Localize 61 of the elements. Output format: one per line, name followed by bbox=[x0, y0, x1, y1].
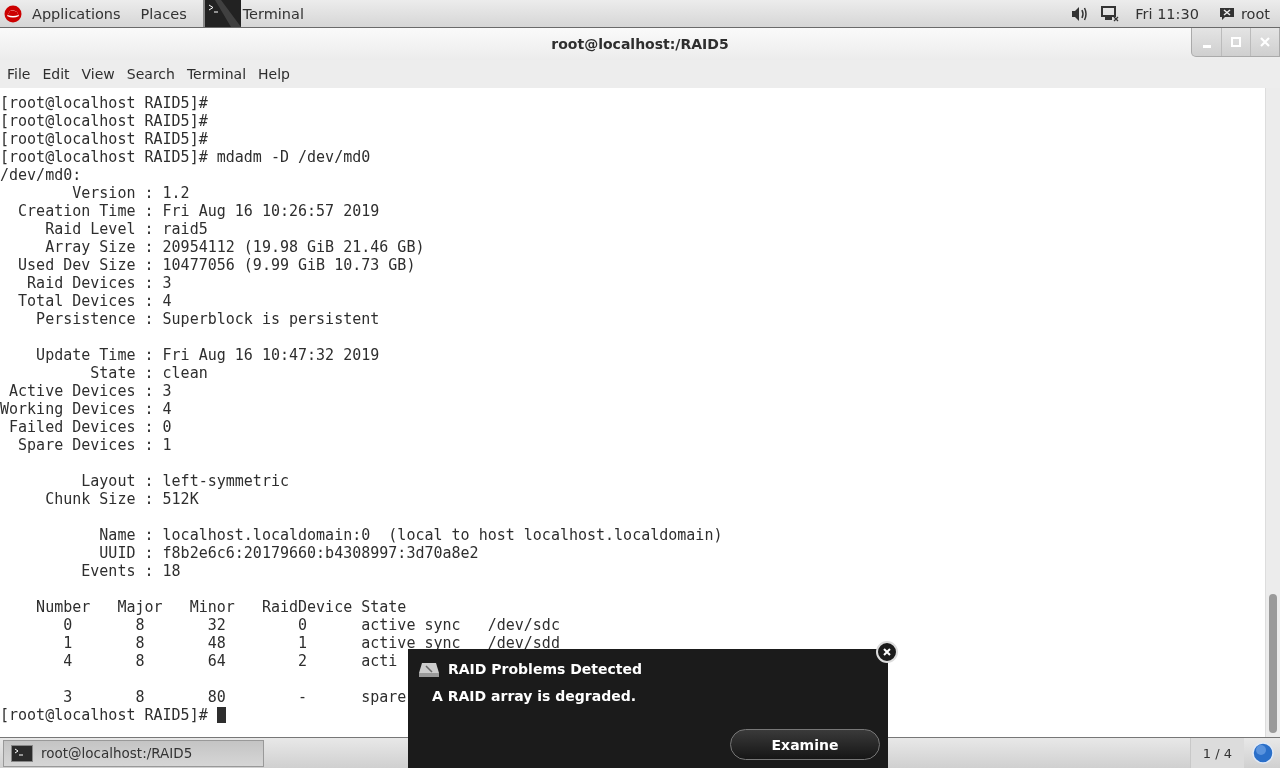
hat-icon bbox=[4, 4, 22, 23]
notification-title: RAID Problems Detected bbox=[448, 661, 643, 677]
terminal-icon bbox=[11, 744, 33, 762]
terminal-prompt: [root@localhost RAID5]# bbox=[0, 706, 209, 724]
scrollbar[interactable] bbox=[1265, 88, 1280, 737]
notification-message: A RAID array is degraded. bbox=[432, 688, 638, 704]
maximize-icon bbox=[1230, 36, 1242, 48]
applications-menu[interactable]: Applications bbox=[22, 5, 131, 22]
terminal-line: [root@localhost RAID5]# bbox=[0, 130, 208, 148]
chat-icon bbox=[1218, 6, 1235, 21]
terminal-line: [root@localhost RAID5]# bbox=[0, 94, 208, 112]
terminal-line: Name : localhost.localdomain:0 (local to host localhost.localdomain) bbox=[98, 526, 723, 544]
notification-icon[interactable] bbox=[1252, 742, 1274, 764]
close-icon bbox=[1259, 36, 1271, 48]
terminal-icon bbox=[204, 0, 241, 27]
terminal-line: Total Devices : 4 bbox=[17, 292, 172, 310]
menu-item[interactable]: Search bbox=[120, 66, 181, 82]
user-menu[interactable]: root bbox=[1208, 5, 1280, 22]
menu-item[interactable]: Help bbox=[252, 66, 296, 82]
examine-button[interactable]: Examine bbox=[730, 729, 880, 760]
terminal-line: Raid Devices : 3 bbox=[26, 274, 172, 292]
terminal-line: Array Size : 20954112 (19.98 GiB 21.46 GB) bbox=[44, 238, 425, 256]
terminal-line: State : clean bbox=[89, 364, 208, 382]
network-icon[interactable] bbox=[1101, 5, 1120, 22]
terminal-line: Number Major Minor RaidDevice State bbox=[35, 598, 407, 616]
terminal-line: 4 8 64 2 acti bbox=[62, 652, 398, 670]
window-title: root@localhost:/RAID5 bbox=[551, 36, 729, 52]
speaker-icon[interactable] bbox=[1071, 5, 1090, 22]
terminal-line: [root@localhost RAID5]# bbox=[0, 112, 208, 130]
terminal-line: [root@localhost RAID5]# mdadm -D /dev/md0 bbox=[0, 148, 371, 166]
terminal-line: 1 8 48 1 active sync /dev/sdd bbox=[62, 634, 560, 652]
terminal-line: Spare Devices : 1 bbox=[17, 436, 172, 454]
places-menu[interactable]: Places bbox=[130, 5, 197, 22]
terminal-line: Layout : left-symmetric bbox=[80, 472, 289, 490]
taskbar-item[interactable]: root@localhost:/RAID5 bbox=[3, 739, 264, 767]
terminal-line: 3 8 80 - spare bbox=[62, 688, 407, 706]
terminal-line: Working Devices : 4 bbox=[0, 400, 172, 418]
workspace-indicator[interactable]: 1 / 4 bbox=[1189, 738, 1244, 768]
minimize-icon bbox=[1202, 44, 1211, 48]
terminal-line: Events : 18 bbox=[80, 562, 181, 580]
clock[interactable]: Fri 11:30 bbox=[1125, 5, 1209, 22]
terminal-line: Chunk Size : 512K bbox=[44, 490, 199, 508]
menu-item[interactable]: Edit bbox=[36, 66, 76, 82]
terminal-line: Update Time : Fri Aug 16 10:47:32 2019 bbox=[35, 346, 380, 364]
terminal-line: UUID : f8b2e6c6:20179660:b4308997:3d70a8e2 bbox=[98, 544, 479, 562]
terminal-line: 0 8 32 0 active sync /dev/sdc bbox=[62, 616, 560, 634]
terminal-line: Failed Devices : 0 bbox=[8, 418, 172, 436]
terminal-line: Used Dev Size : 10477056 (9.99 GiB 10.73 GB) bbox=[17, 256, 416, 274]
menu-item[interactable]: View bbox=[75, 66, 121, 82]
terminal-line: Creation Time : Fri Aug 16 10:26:57 2019 bbox=[17, 202, 380, 220]
terminal-task[interactable]: Terminal bbox=[202, 0, 312, 27]
terminal-line: Active Devices : 3 bbox=[8, 382, 172, 400]
terminal-line: Raid Level : raid5 bbox=[44, 220, 208, 238]
terminal-line: Persistence : Superblock is persistent bbox=[35, 310, 380, 328]
text-cursor bbox=[216, 707, 226, 723]
menu-item[interactable]: File bbox=[1, 66, 37, 82]
menu-item[interactable]: Terminal bbox=[180, 66, 253, 82]
close-icon bbox=[882, 647, 892, 657]
drive-icon bbox=[418, 660, 440, 678]
terminal-line: /dev/md0: bbox=[0, 166, 82, 184]
terminal-line: Version : 1.2 bbox=[71, 184, 190, 202]
